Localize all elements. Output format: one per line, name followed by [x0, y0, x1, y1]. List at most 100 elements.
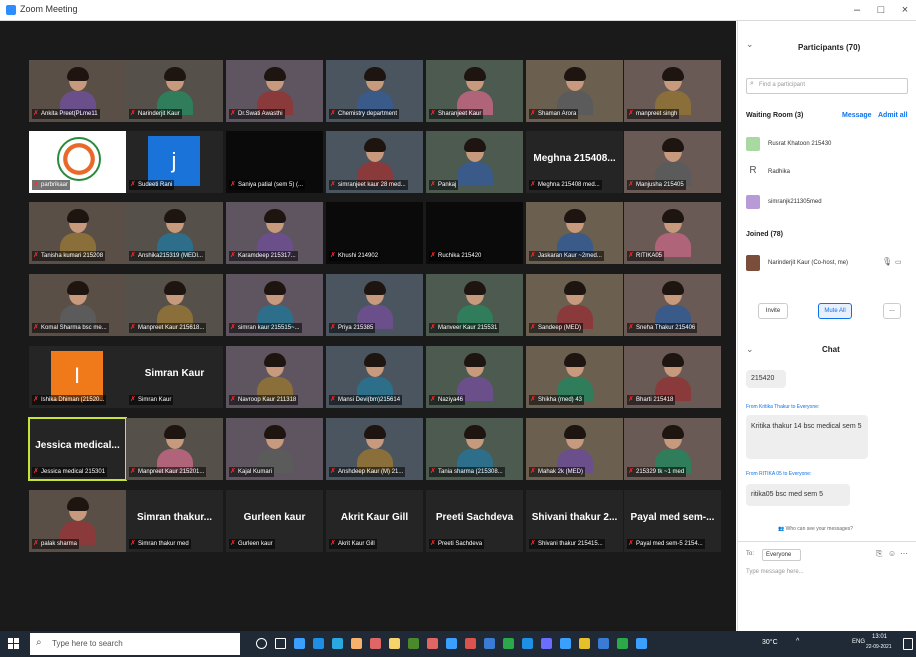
- edge-icon[interactable]: [294, 638, 305, 649]
- video-tile[interactable]: Akrit Kaur Gill ✗ Akrit Kaur Gill: [326, 490, 423, 552]
- video-tile[interactable]: Meghna 215408... ✗ Meghna 215408 med...: [526, 131, 623, 193]
- waiting-participant[interactable]: simranjk211305med: [768, 199, 822, 205]
- app-icon[interactable]: [389, 638, 400, 649]
- joined-label[interactable]: Joined (78): [746, 231, 783, 238]
- collapse-chevron-icon[interactable]: ⌄: [746, 39, 754, 50]
- video-tile[interactable]: ✗ Bharti 215418: [624, 346, 721, 408]
- video-tile[interactable]: ✗ Kajal Kumari: [226, 418, 323, 480]
- task-view-icon[interactable]: [275, 638, 286, 649]
- video-tile[interactable]: Shivani thakur 2... ✗ Shivani thakur 21541…: [526, 490, 623, 552]
- video-tile[interactable]: ✗ 215329 tk ~1 med: [624, 418, 721, 480]
- zoom-app-icon[interactable]: [636, 638, 647, 649]
- host-participant[interactable]: Narinderjit Kaur (Co-host, me): [768, 260, 848, 266]
- waiting-participant[interactable]: Radhika: [768, 169, 790, 175]
- video-tile[interactable]: ✗ Jaskaran Kaur ~2med...: [526, 202, 623, 264]
- language-indicator[interactable]: ENG: [852, 639, 865, 645]
- app-icon[interactable]: [370, 638, 381, 649]
- video-tile[interactable]: Jessica medical... ✗ Jessica medical 21530…: [28, 417, 127, 481]
- video-tile[interactable]: ✗ Manpreet Kaur 215201...: [126, 418, 223, 480]
- camera-icon[interactable]: ▭: [895, 258, 902, 266]
- video-tile[interactable]: ✗ Mansi Devi(bm)215614: [326, 346, 423, 408]
- video-tile[interactable]: ✗ Manpreet Kaur 215618...: [126, 274, 223, 336]
- taskbar-search[interactable]: ⌕ Type here to search: [30, 633, 240, 655]
- video-tile[interactable]: ✗ Naziya46: [426, 346, 523, 408]
- video-tile[interactable]: ✗ Anshika215319 (MEDI...: [126, 202, 223, 264]
- video-tile[interactable]: Simran Kaur ✗ Simran Kaur: [126, 346, 223, 408]
- cortana-icon[interactable]: [256, 638, 267, 649]
- video-tile[interactable]: ✗ Shikha (med) 43: [526, 346, 623, 408]
- maximize-button[interactable]: □: [872, 2, 890, 18]
- app-icon[interactable]: [541, 638, 552, 649]
- minimize-button[interactable]: –: [848, 2, 866, 18]
- waiting-participant[interactable]: Rusrat Khatoon 215430: [768, 141, 831, 147]
- video-tile[interactable]: ✗ Shaman Arora: [526, 60, 623, 122]
- windows-start-icon[interactable]: [8, 638, 19, 649]
- video-tile[interactable]: ✗ Pankaj: [426, 131, 523, 193]
- video-tile[interactable]: ✗ Tania sharma (215308...: [426, 418, 523, 480]
- mic-icon[interactable]: 🎙: [882, 257, 892, 266]
- notification-icon[interactable]: [903, 638, 913, 650]
- video-tile[interactable]: ✗ Chemistry department: [326, 60, 423, 122]
- video-tile[interactable]: ✗ Karamdeep 215317...: [226, 202, 323, 264]
- emoji-icon[interactable]: ☺: [888, 549, 896, 558]
- app-icon[interactable]: [484, 638, 495, 649]
- app-icon[interactable]: [427, 638, 438, 649]
- app-icon[interactable]: [560, 638, 571, 649]
- who-can-see-link[interactable]: 👥 Who can see your messages?: [778, 526, 853, 532]
- video-tile[interactable]: ✗ Navroop Kaur 211318: [226, 346, 323, 408]
- video-tile[interactable]: Simran thakur... ✗ Simran thakur med: [126, 490, 223, 552]
- app-icon[interactable]: [503, 638, 514, 649]
- video-tile[interactable]: j ✗ Sudeeti Rani: [126, 131, 223, 193]
- video-tile[interactable]: ✗ palak sharma: [29, 490, 126, 552]
- video-tile[interactable]: ✗ Ruchika 215420: [426, 202, 523, 264]
- clock-date[interactable]: 22-09-2021: [866, 644, 892, 650]
- video-tile[interactable]: ✗ Manveer Kaur 215531: [426, 274, 523, 336]
- video-tile[interactable]: ✗ parbrikaar: [29, 131, 126, 193]
- app-icon[interactable]: [408, 638, 419, 649]
- video-tile[interactable]: ✗ Dr.Swati Awasthi: [226, 60, 323, 122]
- video-tile[interactable]: ✗ simran kaur 215515~...: [226, 274, 323, 336]
- video-tile[interactable]: ✗ Priya 215385: [326, 274, 423, 336]
- video-tile[interactable]: Payal med sem-... ✗ Payal med sem-5 2154..…: [624, 490, 721, 552]
- app-icon[interactable]: [598, 638, 609, 649]
- more-chat-icon[interactable]: ⋯: [900, 549, 908, 558]
- video-tile[interactable]: ✗ Mahak 2k (MED): [526, 418, 623, 480]
- video-tile[interactable]: ✗ Narinderjit Kaur: [126, 60, 223, 122]
- files-icon[interactable]: [351, 638, 362, 649]
- video-tile[interactable]: ✗ Ankita Preet(PLme11: [29, 60, 126, 122]
- invite-button[interactable]: Invite: [758, 303, 788, 319]
- video-tile[interactable]: ✗ Tanisha kumari 215208: [29, 202, 126, 264]
- video-tile[interactable]: ✗ Komal Sharma bsc me...: [29, 274, 126, 336]
- app-icon[interactable]: [579, 638, 590, 649]
- video-tile[interactable]: ✗ Manjusha 215405: [624, 131, 721, 193]
- video-tile[interactable]: ✗ Sneha Thakur 215406: [624, 274, 721, 336]
- app-icon[interactable]: [617, 638, 628, 649]
- video-tile[interactable]: ✗ Sharanjeet Kaur: [426, 60, 523, 122]
- video-tile[interactable]: ✗ RITIKA05: [624, 202, 721, 264]
- video-tile[interactable]: ✗ manpreet singh: [624, 60, 721, 122]
- video-tile[interactable]: ✗ Saniya patial (sem 5) (...: [226, 131, 323, 193]
- weather-readout[interactable]: 30°C: [762, 639, 778, 646]
- admit-all-link[interactable]: Admit all: [878, 112, 908, 119]
- video-tile[interactable]: ✗ Anshdeep Kaur (M) 21...: [326, 418, 423, 480]
- more-options-button[interactable]: ...: [883, 303, 901, 319]
- chrome-icon[interactable]: [313, 638, 324, 649]
- close-button[interactable]: ×: [896, 2, 914, 18]
- clock-time[interactable]: 13:01: [872, 634, 887, 640]
- video-tile[interactable]: ✗ Khushi 214902: [326, 202, 423, 264]
- tray-chevron-icon[interactable]: ^: [796, 638, 799, 645]
- video-tile[interactable]: Gurleen kaur ✗ Gurleen kaur: [226, 490, 323, 552]
- participant-search[interactable]: ⌕ Find a participant: [746, 78, 908, 94]
- explorer-icon[interactable]: [332, 638, 343, 649]
- waiting-room-label[interactable]: Waiting Room (3): [746, 112, 803, 119]
- video-tile[interactable]: ✗ simranjeet kaur 28 med...: [326, 131, 423, 193]
- chat-input[interactable]: Type message here...: [746, 569, 906, 583]
- app-icon[interactable]: [465, 638, 476, 649]
- video-tile[interactable]: I ✗ Ishika Dhiman (21520...: [29, 346, 126, 408]
- mute-all-button[interactable]: Mute All: [818, 303, 852, 319]
- app-icon[interactable]: [522, 638, 533, 649]
- message-waiting-link[interactable]: Message: [842, 112, 872, 119]
- video-tile[interactable]: ✗ Sandeep (MED): [526, 274, 623, 336]
- file-icon[interactable]: ⎘: [876, 549, 882, 559]
- video-tile[interactable]: Preeti Sachdeva ✗ Preeti Sachdeva: [426, 490, 523, 552]
